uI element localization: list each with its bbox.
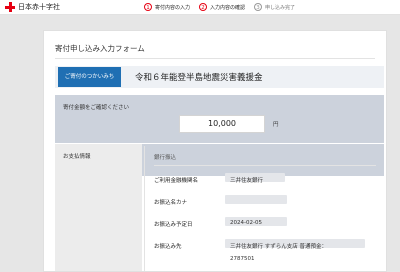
bank-name-label: ご利用金融機関名 [154,178,199,184]
kana-name-label: お振込名カナ [154,200,188,206]
form-title: 寄付申し込み入力フォーム [55,44,145,53]
step-1-number: 1 [144,3,152,11]
transfer-dest-label: お振込み先 [154,244,182,250]
step-2-label: 入力内容の確認 [210,4,246,11]
step-3-label: 申し込み完了 [265,4,296,11]
red-cross-logo[interactable]: 日本赤十字社 [5,2,60,12]
amount-field[interactable]: 10,000 [179,115,265,133]
bank-divider [154,165,376,166]
amount-unit: 円 [273,122,279,128]
bank-transfer-box: 銀行振込 ご利用金融機関名 三井住友銀行 お振込名カナ お振込み予定日 2024… [144,146,380,271]
transfer-dest-value: 三井住友銀行 すずらん支店 普通預金： [230,244,327,250]
transfer-date-label: お振込み予定日 [154,222,193,228]
step-1-label: 寄付内容の入力 [155,4,191,11]
donation-form-card: 寄付申し込み入力フォーム ご寄付のつかいみち 令和６年能登半島地震災害義援金 寄… [43,30,387,272]
red-cross-icon [5,2,15,12]
progress-steps: 1 寄付内容の入力 2 入力内容の確認 3 申し込み完了 [144,2,304,12]
bank-name-value: 三井住友銀行 [230,178,264,184]
step-2: 2 入力内容の確認 [199,3,245,11]
step-1: 1 寄付内容の入力 [144,3,190,11]
title-divider [55,58,375,59]
account-number-value: 2787501 [230,256,255,262]
transfer-date-value: 2024-02-05 [230,220,262,226]
bank-transfer-title: 銀行振込 [154,155,177,161]
campaign-row: ご寄付のつかいみち 令和６年能登半島地震災害義援金 [55,66,384,88]
campaign-tag: ご寄付のつかいみち [58,67,121,87]
payment-label-column: お支払情報 [55,144,142,271]
top-header: 日本赤十字社 1 寄付内容の入力 2 入力内容の確認 3 申し込み完了 [0,0,400,15]
org-name: 日本赤十字社 [18,3,60,11]
step-2-number: 2 [199,3,208,11]
amount-label: 寄付金額をご確認ください [63,105,130,111]
kana-name-redacted [225,195,287,204]
campaign-name: 令和６年能登半島地震災害義援金 [135,73,263,83]
step-3-number: 3 [254,3,263,11]
payment-label: お支払情報 [63,154,91,160]
step-3: 3 申し込み完了 [254,3,295,11]
